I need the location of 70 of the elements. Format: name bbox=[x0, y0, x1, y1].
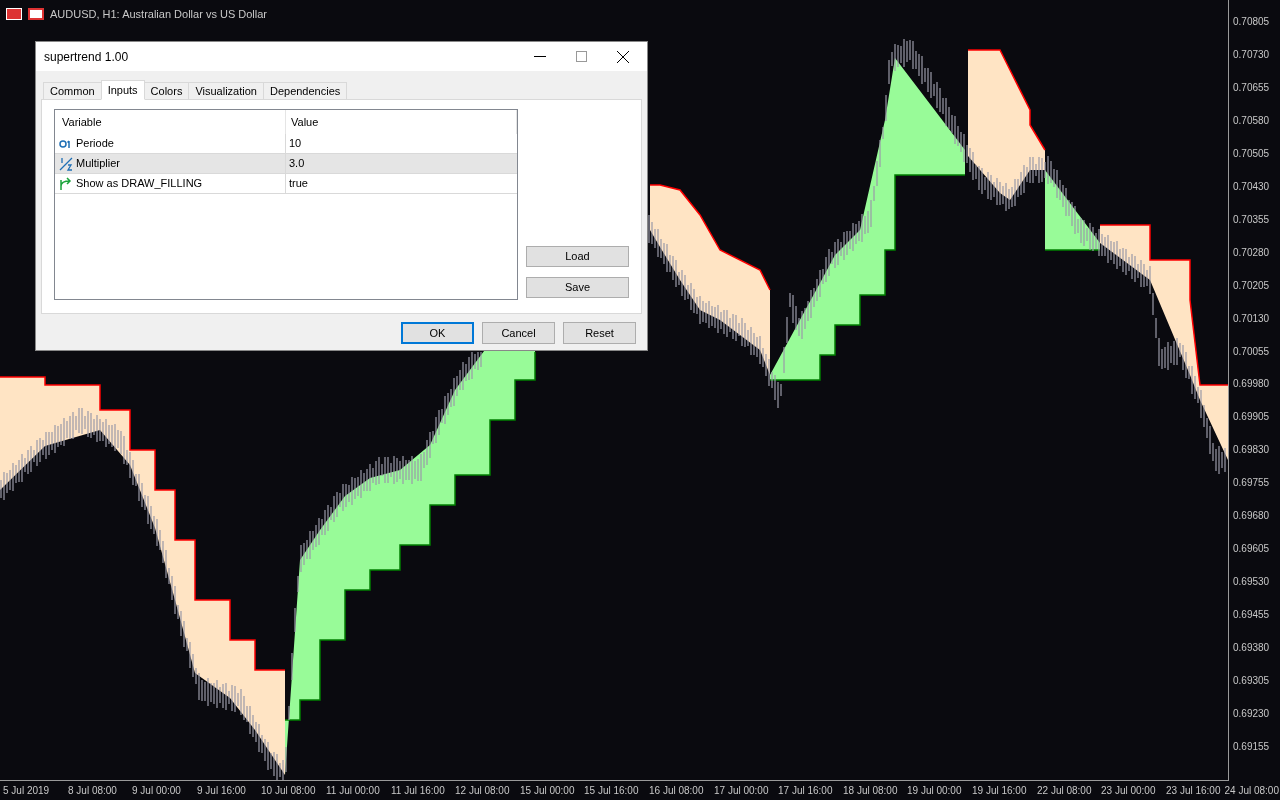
time-tick-label: 8 Jul 08:00 bbox=[68, 784, 117, 798]
dialog-button[interactable]: Reset bbox=[563, 322, 636, 344]
time-tick-label: 15 Jul 16:00 bbox=[584, 784, 639, 798]
price-tick-label: 0.70280 bbox=[1233, 247, 1270, 259]
price-tick-label: 0.69230 bbox=[1233, 708, 1270, 720]
input-row[interactable]: Show as DRAW_FILLING true bbox=[55, 174, 517, 194]
time-tick-label: 15 Jul 00:00 bbox=[520, 784, 575, 798]
time-tick-label: 24 Jul 08:00 bbox=[1224, 784, 1279, 798]
dialog-button[interactable]: OK bbox=[401, 322, 474, 344]
price-tick-label: 0.70130 bbox=[1233, 313, 1270, 325]
price-tick-label: 0.69305 bbox=[1233, 675, 1270, 687]
price-tick-label: 0.70580 bbox=[1233, 115, 1270, 127]
minimize-icon[interactable] bbox=[534, 55, 546, 58]
price-tick-label: 0.69680 bbox=[1233, 510, 1270, 522]
list-icon[interactable] bbox=[6, 8, 22, 21]
price-tick-label: 0.69530 bbox=[1233, 576, 1270, 588]
tab[interactable]: Common bbox=[43, 82, 102, 100]
price-tick-label: 0.70655 bbox=[1233, 82, 1270, 94]
side-button[interactable]: Load bbox=[526, 246, 629, 267]
price-tick-label: 0.69605 bbox=[1233, 543, 1270, 555]
side-button[interactable]: Save bbox=[526, 277, 629, 298]
price-tick-label: 0.69755 bbox=[1233, 477, 1270, 489]
price-tick-label: 0.70805 bbox=[1233, 16, 1270, 28]
time-tick-label: 10 Jul 08:00 bbox=[261, 784, 316, 798]
close-icon[interactable] bbox=[617, 50, 629, 63]
input-row[interactable]: Multiplier 3.0 bbox=[55, 154, 517, 174]
price-tick-label: 0.70430 bbox=[1233, 181, 1270, 193]
price-tick-label: 0.70355 bbox=[1233, 214, 1270, 226]
dialog-button[interactable]: Cancel bbox=[482, 322, 555, 344]
fraction-icon bbox=[59, 156, 73, 171]
time-tick-label: 23 Jul 16:00 bbox=[1166, 784, 1221, 798]
time-tick-label: 16 Jul 08:00 bbox=[649, 784, 704, 798]
time-tick-label: 17 Jul 16:00 bbox=[778, 784, 833, 798]
tab[interactable]: Inputs bbox=[100, 80, 145, 100]
time-tick-label: 9 Jul 00:00 bbox=[132, 784, 181, 798]
tab[interactable]: Dependencies bbox=[262, 82, 348, 100]
time-tick-label: 19 Jul 16:00 bbox=[972, 784, 1027, 798]
maximize-icon[interactable] bbox=[576, 51, 587, 62]
time-tick-label: 11 Jul 16:00 bbox=[391, 784, 445, 798]
time-tick-label: 9 Jul 16:00 bbox=[197, 784, 246, 798]
time-tick-label: 11 Jul 00:00 bbox=[326, 784, 380, 798]
price-tick-label: 0.70505 bbox=[1233, 148, 1270, 160]
input-row[interactable]: Periode 10 bbox=[55, 134, 517, 154]
price-tick-label: 0.70055 bbox=[1233, 346, 1270, 358]
time-tick-label: 18 Jul 08:00 bbox=[843, 784, 898, 798]
time-tick-label: 23 Jul 00:00 bbox=[1101, 784, 1156, 798]
variable-name: Periode bbox=[76, 136, 114, 152]
price-tick-label: 0.69980 bbox=[1233, 378, 1270, 390]
variable-name: Show as DRAW_FILLING bbox=[76, 176, 203, 192]
price-tick-label: 0.69455 bbox=[1233, 609, 1270, 621]
integer-icon bbox=[59, 138, 73, 149]
time-tick-label: 22 Jul 08:00 bbox=[1037, 784, 1092, 798]
chart-title: AUDUSD, H1: Australian Dollar vs US Dollar bbox=[50, 7, 267, 22]
time-tick-label: 5 Jul 2019 bbox=[3, 784, 50, 798]
branch-arrow-icon bbox=[59, 176, 73, 191]
price-tick-label: 0.69155 bbox=[1233, 741, 1270, 753]
variable-name: Multiplier bbox=[76, 156, 120, 172]
price-tick-label: 0.69830 bbox=[1233, 444, 1270, 456]
variable-value: true bbox=[288, 176, 308, 192]
time-tick-label: 17 Jul 00:00 bbox=[714, 784, 769, 798]
price-tick-label: 0.70730 bbox=[1233, 49, 1270, 61]
price-tick-label: 0.70205 bbox=[1233, 280, 1270, 292]
price-tick-label: 0.69905 bbox=[1233, 411, 1270, 423]
dialog-title: supertrend 1.00 bbox=[44, 48, 129, 66]
variable-value: 3.0 bbox=[288, 156, 305, 172]
chart-icon[interactable] bbox=[28, 8, 44, 21]
variable-value: 10 bbox=[288, 136, 302, 152]
time-tick-label: 19 Jul 00:00 bbox=[907, 784, 962, 798]
time-tick-label: 12 Jul 08:00 bbox=[455, 784, 510, 798]
price-tick-label: 0.69380 bbox=[1233, 642, 1270, 654]
